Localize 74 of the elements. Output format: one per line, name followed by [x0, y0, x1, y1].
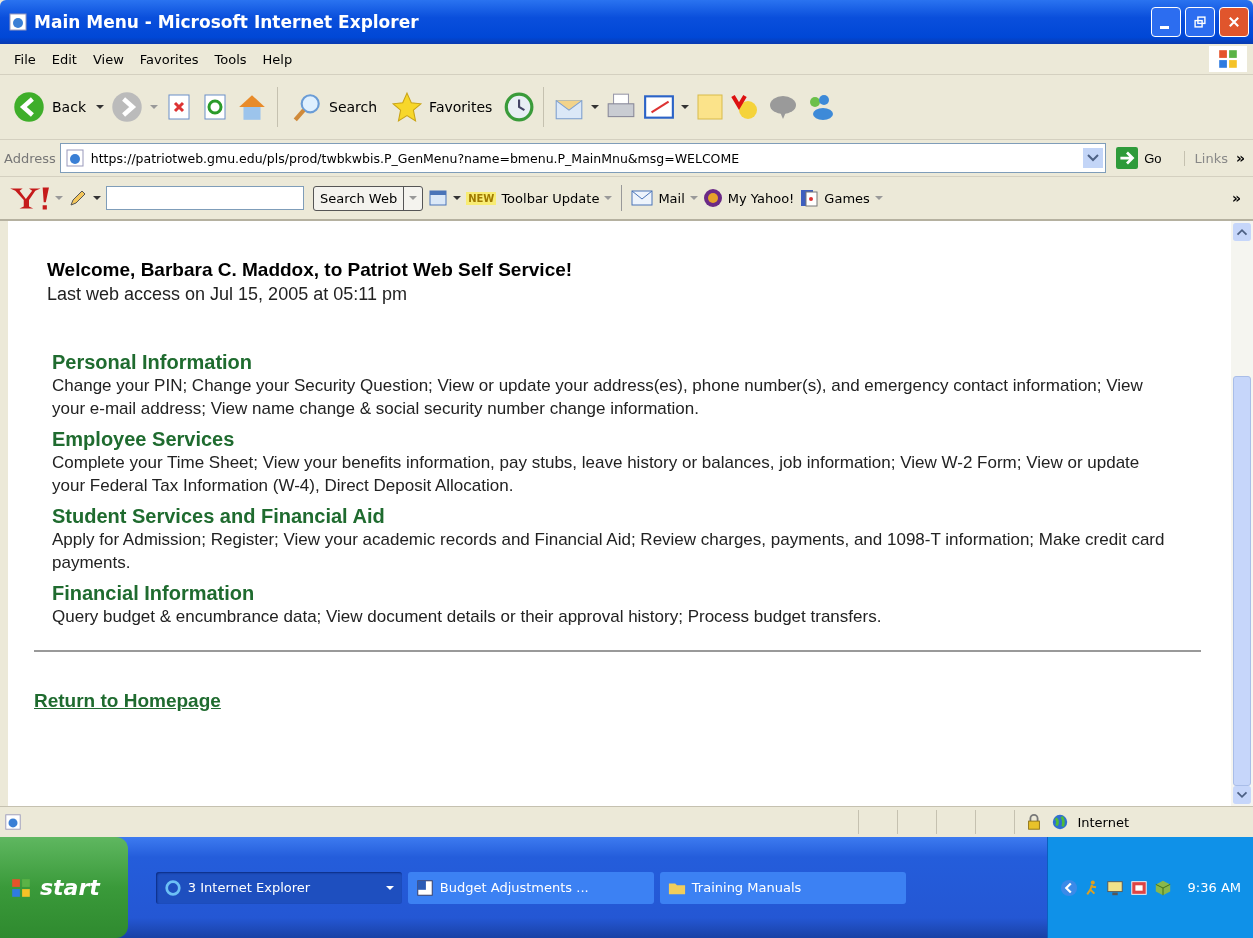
menu-item[interactable]: Favorites — [131, 51, 207, 67]
section-description: Query budget & encumbrance data; View document details or their approval history; Process budget transfers. — [52, 606, 883, 628]
history-icon[interactable] — [502, 91, 535, 123]
minimize-button[interactable] — [1151, 7, 1181, 37]
scroll-down-icon[interactable] — [1233, 786, 1251, 804]
taskbar-button[interactable]: Budget Adjustments ... — [407, 871, 654, 904]
browser-icon — [163, 878, 182, 897]
pencil-icon[interactable] — [68, 188, 88, 208]
close-icon — [1227, 15, 1241, 29]
window-title: Main Menu - Microsoft Internet Explorer — [34, 12, 419, 32]
back-button[interactable]: Back — [8, 90, 90, 124]
menu-item[interactable]: Help — [254, 51, 301, 67]
address-field[interactable]: https://patriotweb.gmu.edu/pls/prod/twbkwbis.P_GenMenu?name=bmenu.P_MainMnu&msg=WELCOME — [59, 143, 1107, 173]
section-link[interactable]: Personal Information — [52, 351, 253, 373]
close-button[interactable] — [1219, 7, 1249, 37]
chevron[interactable]: » — [1227, 190, 1245, 206]
menu-item[interactable]: File — [6, 51, 44, 67]
display-icon[interactable] — [1129, 878, 1148, 897]
address-label: Address — [4, 150, 56, 166]
chevron[interactable]: » — [1231, 150, 1249, 166]
globe-icon — [1051, 813, 1070, 831]
minimize-icon — [1159, 25, 1169, 29]
restore-icon — [1193, 15, 1207, 29]
envelope-icon[interactable] — [631, 190, 654, 206]
games-link[interactable]: Games — [824, 190, 870, 206]
badge-icon — [702, 188, 723, 208]
start-button[interactable]: start — [0, 837, 128, 938]
clock: 9:36 AM — [1187, 880, 1241, 895]
section-link[interactable]: Employee Services — [52, 428, 235, 450]
window-icon[interactable] — [428, 188, 449, 208]
last-access-text: Last web access on Jul 15, 2005 at 05:11 pm — [47, 284, 408, 305]
menu-item[interactable]: Tools — [206, 51, 255, 67]
my-yahoo-link[interactable]: My Yahoo! — [727, 190, 795, 206]
cards-icon — [799, 188, 820, 208]
scroll-up-icon[interactable] — [1233, 223, 1251, 241]
document-icon — [415, 878, 434, 897]
browser-icon — [8, 12, 28, 32]
caret-icon[interactable] — [591, 105, 600, 109]
section-description: Complete your Time Sheet; View your benefits information, pay stubs, leave history or balances, job information; View W-2 Form; View or update your Federal Tax Information (W-4), Direct Deposit Allocation. — [52, 452, 1141, 497]
go-button[interactable]: Go — [1110, 147, 1180, 169]
caret-icon[interactable] — [93, 196, 101, 200]
return-link[interactable]: Return to Homepage — [34, 690, 221, 711]
taskbar-button[interactable]: 3 Internet Explorer — [155, 871, 402, 904]
new-badge: NEW — [466, 191, 497, 205]
mail-link[interactable]: Mail — [658, 190, 685, 206]
section-link[interactable]: Student Services and Financial Aid — [52, 505, 385, 527]
favorites-button[interactable]: Favorites — [387, 91, 497, 123]
forward-icon[interactable] — [110, 90, 144, 124]
search-icon — [291, 91, 323, 123]
scrollbar[interactable] — [1231, 221, 1253, 806]
caret-icon — [385, 885, 394, 890]
windows-logo-icon — [10, 876, 32, 899]
menu-item[interactable]: Edit — [43, 51, 85, 67]
windows-logo-icon — [1209, 46, 1247, 72]
caret-icon[interactable] — [681, 105, 690, 109]
page-icon — [64, 148, 85, 168]
toolbar-update-link[interactable]: Toolbar Update — [501, 190, 600, 206]
section-link[interactable]: Financial Information — [52, 582, 255, 604]
box-icon[interactable] — [1153, 878, 1172, 897]
caret-icon[interactable] — [96, 105, 104, 109]
search-field[interactable] — [106, 186, 304, 210]
section-description: Apply for Admission; Register; View your academic records and Financial Aid; Review charges, payments, and 1098-T information; Make credit card payments. — [52, 529, 1166, 574]
zone-label: Internet — [1077, 814, 1129, 830]
caret-icon[interactable] — [453, 196, 462, 200]
search-button[interactable]: Search — [287, 91, 382, 123]
monitor-icon[interactable] — [1105, 878, 1124, 897]
page-icon — [4, 813, 22, 831]
menu-item[interactable]: View — [84, 51, 132, 67]
scroll-thumb[interactable] — [1233, 376, 1251, 786]
welcome-heading: Welcome, Barbara C. Maddox, to Patriot Web Self Service! — [47, 259, 574, 281]
star-icon — [391, 91, 424, 123]
taskbar-button[interactable]: Training Manuals — [659, 871, 906, 904]
restore-button[interactable] — [1185, 7, 1215, 37]
section-description: Change your PIN; Change your Security Question; View or update your address(es), phone number(s), and emergency contact information; View your e-mail address; View name change & social security number change information. — [52, 375, 1144, 420]
